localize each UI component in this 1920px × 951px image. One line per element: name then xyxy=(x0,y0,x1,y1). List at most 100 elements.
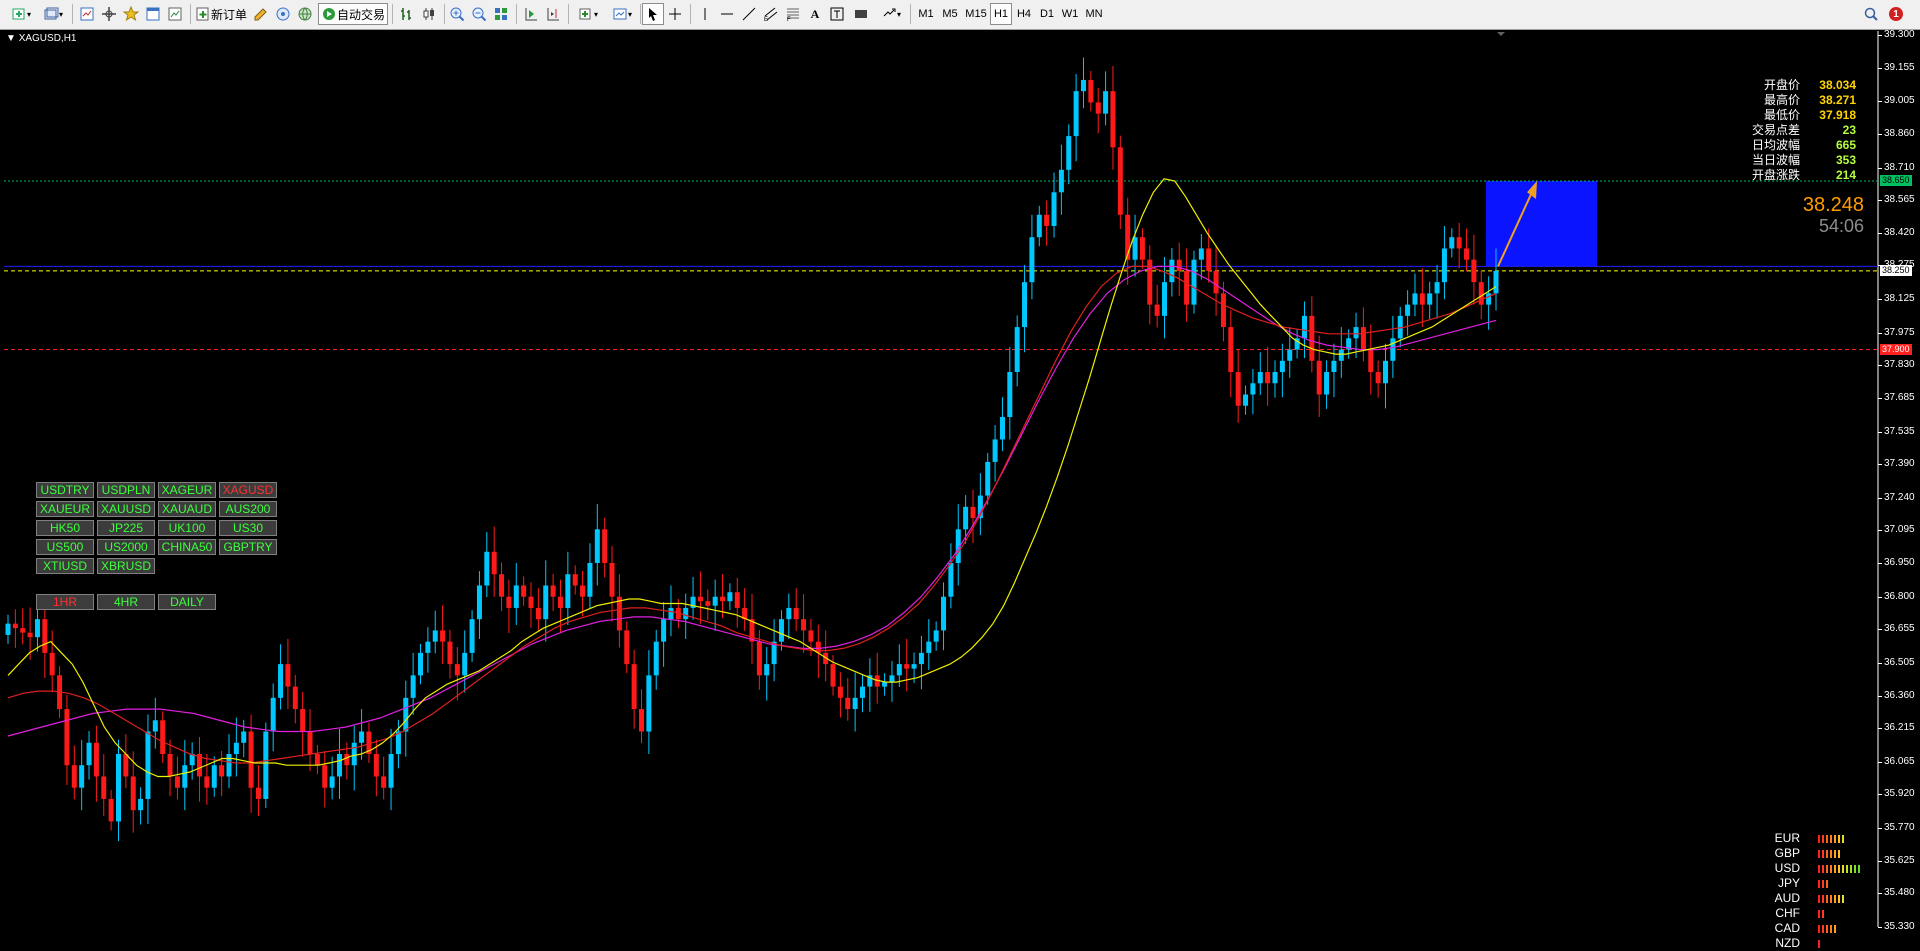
new-order-icon xyxy=(196,7,209,21)
zoom-out-button[interactable] xyxy=(468,3,490,25)
symbol-button-xauaud[interactable]: XAUAUD xyxy=(158,501,216,517)
market-watch-button[interactable] xyxy=(76,3,98,25)
market-button[interactable] xyxy=(294,3,316,25)
horizontal-line-tool-button[interactable] xyxy=(716,3,738,25)
navigator-button[interactable] xyxy=(98,3,120,25)
bearish-candle xyxy=(381,776,387,788)
symbol-button-us30[interactable]: US30 xyxy=(219,520,277,536)
strength-bar xyxy=(1822,925,1824,933)
timeframe-switch-1hr[interactable]: 1HR xyxy=(36,594,94,610)
text-label-icon xyxy=(830,7,844,21)
timeframe-w1-button[interactable]: W1 xyxy=(1058,3,1082,25)
timeframe-h1-button[interactable]: H1 xyxy=(990,3,1012,25)
timeframe-mn-button[interactable]: MN xyxy=(1082,3,1106,25)
bearish-candle xyxy=(307,731,313,754)
notifications-button[interactable]: 1 xyxy=(1884,3,1908,25)
bearish-candle xyxy=(1235,372,1241,406)
fibonacci-tool-button[interactable]: F xyxy=(782,3,804,25)
timeframe-m5-button[interactable]: M5 xyxy=(938,3,962,25)
symbol-button-xaueur[interactable]: XAUEUR xyxy=(36,501,94,517)
strategy-tester-button[interactable] xyxy=(164,3,186,25)
strength-bar xyxy=(1834,895,1836,903)
symbol-button-aus200[interactable]: AUS200 xyxy=(219,501,277,517)
timeframe-m15-button[interactable]: M15 xyxy=(962,3,990,25)
price-tick-label: 38.710 xyxy=(1884,161,1915,173)
metaeditor-button[interactable] xyxy=(250,3,272,25)
timeframe-switch-daily[interactable]: DAILY xyxy=(158,594,216,610)
rectangle-tool-button[interactable] xyxy=(850,3,872,25)
symbol-button-uk100[interactable]: UK100 xyxy=(158,520,216,536)
bearish-candle xyxy=(1316,360,1322,395)
candlestick-button[interactable] xyxy=(418,3,440,25)
arrows-tool-button[interactable]: ▾ xyxy=(874,3,908,25)
info-label: 日均波幅 xyxy=(1751,138,1800,152)
timeframe-switch-4hr[interactable]: 4HR xyxy=(97,594,155,610)
strength-bar xyxy=(1846,865,1848,873)
price-tick-mark xyxy=(1878,794,1882,796)
bullish-candle xyxy=(1103,91,1109,114)
price-tick-mark xyxy=(1878,431,1882,433)
symbol-button-usdtry[interactable]: USDTRY xyxy=(36,482,94,498)
signals-button[interactable] xyxy=(272,3,294,25)
chart-shift-button[interactable] xyxy=(542,3,564,25)
horizontal-line-icon xyxy=(721,13,733,15)
new-order-button[interactable]: 新订单 xyxy=(194,3,248,25)
cursor-tool-button[interactable] xyxy=(642,3,664,25)
bearish-candle xyxy=(300,709,306,732)
auto-trading-label: 自动交易 xyxy=(336,7,385,22)
favorites-button[interactable] xyxy=(120,3,142,25)
bar-chart-button[interactable] xyxy=(396,3,418,25)
zoom-in-button[interactable] xyxy=(446,3,468,25)
symbol-button-xageur[interactable]: XAGEUR xyxy=(158,482,216,498)
zoom-in-icon xyxy=(450,7,465,22)
bullish-candle xyxy=(138,798,144,811)
bearish-candle xyxy=(71,765,77,788)
price-chart[interactable] xyxy=(0,31,1920,927)
price-tick-label: 39.005 xyxy=(1884,95,1915,107)
symbol-button-gbptry[interactable]: GBPTRY xyxy=(219,539,277,555)
profiles-button[interactable]: ▾ xyxy=(38,3,68,25)
auto-scroll-button[interactable] xyxy=(520,3,542,25)
bullish-candle xyxy=(778,619,784,642)
chart-menu-triangle-icon: ▼ xyxy=(6,33,19,44)
symbol-button-xagusd[interactable]: XAGUSD xyxy=(219,482,277,498)
symbol-button-xbrusd[interactable]: XBRUSD xyxy=(97,558,155,574)
symbol-button-us500[interactable]: US500 xyxy=(36,539,94,555)
bearish-candle xyxy=(572,574,578,586)
crosshair-icon xyxy=(669,8,681,20)
auto-trading-button[interactable]: 自动交易 xyxy=(318,3,388,25)
timeframe-m1-button[interactable]: M1 xyxy=(914,3,938,25)
tile-windows-button[interactable] xyxy=(490,3,512,25)
trendline-tool-button[interactable] xyxy=(738,3,760,25)
new-chart-button[interactable]: ▾ xyxy=(6,3,36,25)
bearish-candle xyxy=(491,551,497,575)
search-button[interactable] xyxy=(1860,3,1882,25)
chart-window[interactable]: ▼ XAGUSD,H1 开盘价 38.034 最高价 38.271 最低价 37.918 交… xyxy=(0,29,1920,950)
bearish-candle xyxy=(1228,327,1234,373)
timeframe-d1-button[interactable]: D1 xyxy=(1036,3,1058,25)
periods-button[interactable]: ▾ xyxy=(606,3,638,25)
symbol-button-hk50[interactable]: HK50 xyxy=(36,520,94,536)
bearish-candle xyxy=(624,630,630,665)
bearish-candle xyxy=(521,585,527,597)
info-label: 最低价 xyxy=(1763,108,1800,122)
bullish-candle xyxy=(513,585,519,608)
text-tool-button[interactable]: A xyxy=(804,3,826,25)
timeframe-h4-button[interactable]: H4 xyxy=(1012,3,1036,25)
terminal-button[interactable] xyxy=(142,3,164,25)
symbol-button-us2000[interactable]: US2000 xyxy=(97,539,155,555)
text-label-tool-button[interactable] xyxy=(826,3,848,25)
crosshair-tool-button[interactable] xyxy=(664,3,686,25)
price-tick-mark xyxy=(1878,365,1882,367)
symbol-button-xtiusd[interactable]: XTIUSD xyxy=(36,558,94,574)
bearish-candle xyxy=(1265,372,1271,384)
symbol-button-china50[interactable]: CHINA50 xyxy=(158,539,216,555)
signals-icon xyxy=(276,7,290,21)
indicators-button[interactable]: ▾ xyxy=(572,3,604,25)
symbol-button-usdpln[interactable]: USDPLN xyxy=(97,482,155,498)
channel-tool-button[interactable]: E xyxy=(760,3,782,25)
price-tick-mark xyxy=(1878,299,1882,300)
symbol-button-xauusd[interactable]: XAUUSD xyxy=(97,501,155,517)
vertical-line-tool-button[interactable] xyxy=(694,3,716,25)
symbol-button-jp225[interactable]: JP225 xyxy=(97,520,155,536)
